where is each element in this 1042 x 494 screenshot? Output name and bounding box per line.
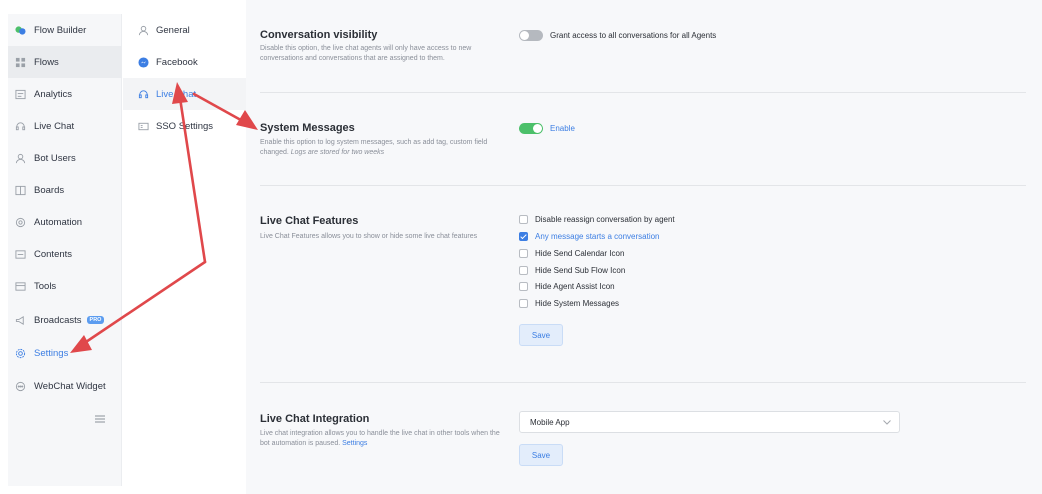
sidebar-item-label: Bot Users <box>34 152 76 164</box>
sidebar-item-label: Flows <box>34 56 59 68</box>
sidebar-item-bot-users[interactable]: Bot Users <box>8 142 122 174</box>
section-title-system-messages: System Messages <box>260 122 355 134</box>
boards-icon <box>14 184 26 196</box>
section-divider <box>260 382 1026 383</box>
toggle-knob <box>533 124 542 133</box>
section-desc-live-chat-integration: Live chat integration allows you to hand… <box>260 429 505 449</box>
section-desc-system-messages: Enable this option to log system message… <box>260 138 505 158</box>
pro-badge: PRO <box>86 316 105 324</box>
section-title-live-chat-features: Live Chat Features <box>260 215 359 227</box>
checkbox-label: Hide Send Calendar Icon <box>535 249 625 258</box>
checkbox[interactable] <box>519 249 528 258</box>
sidebar: Flow Builder Flows Analytics Live Chat B… <box>8 14 122 486</box>
integration-save-button[interactable]: Save <box>519 444 563 466</box>
feature-option-disable-reassign[interactable]: Disable reassign conversation by agent <box>519 215 675 224</box>
sidebar-item-flows[interactable]: Flows <box>8 46 122 78</box>
integration-settings-link[interactable]: Settings <box>342 440 367 447</box>
contents-icon <box>14 248 26 260</box>
settings-submenu: General Facebook Live Chat SSO Settings <box>123 14 246 486</box>
feature-option-hide-system-messages[interactable]: Hide System Messages <box>519 299 619 308</box>
checkbox-label: Hide System Messages <box>535 299 620 308</box>
sidebar-item-label: Settings <box>34 347 69 359</box>
sidebar-item-label: Tools <box>34 280 57 292</box>
automation-icon <box>14 216 26 228</box>
checkbox-label: Hide Send Sub Flow Icon <box>535 266 626 275</box>
submenu-item-facebook[interactable]: Facebook <box>123 46 246 78</box>
integration-desc-text: Live chat integration allows you to hand… <box>260 430 500 447</box>
sidebar-item-label: Boards <box>34 184 65 196</box>
integration-select-value: Mobile App <box>530 417 570 427</box>
checkbox-label: Disable reassign conversation by agent <box>535 215 675 224</box>
section-desc-conversation-visibility: Disable this option, the live chat agent… <box>260 45 472 62</box>
section-desc-live-chat-features: Live Chat Features allows you to show or… <box>260 233 478 240</box>
checkbox[interactable] <box>519 215 528 224</box>
feature-option-any-message[interactable]: Any message starts a conversation <box>519 232 660 241</box>
id-card-icon <box>137 120 149 132</box>
checkbox[interactable] <box>519 266 528 275</box>
system-messages-toggle-label: Enable <box>550 124 575 133</box>
section-title-conversation-visibility: Conversation visibility <box>260 29 378 41</box>
headset-icon <box>14 120 26 132</box>
sidebar-item-label: Analytics <box>34 88 73 100</box>
checkbox[interactable] <box>519 232 528 241</box>
hamburger-icon[interactable] <box>95 414 105 426</box>
chat-bubble-icon <box>14 380 26 392</box>
integration-select[interactable]: Mobile App <box>519 411 900 433</box>
headset-icon <box>137 88 149 100</box>
submenu-item-sso-settings[interactable]: SSO Settings <box>123 110 246 142</box>
analytics-icon <box>14 88 26 100</box>
chevron-down-icon <box>883 418 891 427</box>
system-messages-desc-note: Logs are stored for two weeks <box>290 149 385 156</box>
sidebar-item-analytics[interactable]: Analytics <box>8 78 122 110</box>
tools-icon <box>14 280 26 292</box>
sidebar-item-boards[interactable]: Boards <box>8 174 122 206</box>
features-save-button[interactable]: Save <box>519 324 563 346</box>
user-icon <box>14 152 26 164</box>
system-messages-toggle[interactable] <box>519 123 543 134</box>
sidebar-item-label: Broadcasts <box>34 314 82 326</box>
submenu-item-label: Facebook <box>156 56 198 68</box>
checkbox[interactable] <box>519 299 528 308</box>
sidebar-item-label: WebChat Widget <box>34 380 106 392</box>
settings-content: Conversation visibility Disable this opt… <box>246 0 1042 494</box>
sidebar-item-label: Flow Builder <box>34 24 87 36</box>
flow-builder-icon <box>14 24 26 36</box>
sidebar-item-live-chat[interactable]: Live Chat <box>8 110 122 142</box>
sidebar-item-flow-builder[interactable]: Flow Builder <box>8 14 122 46</box>
sidebar-item-automation[interactable]: Automation <box>8 206 122 238</box>
flows-icon <box>14 56 26 68</box>
submenu-item-live-chat[interactable]: Live Chat <box>123 78 246 110</box>
sidebar-item-broadcasts[interactable]: Broadcasts PRO <box>8 304 122 336</box>
feature-option-hide-calendar[interactable]: Hide Send Calendar Icon <box>519 249 624 258</box>
section-title-live-chat-integration: Live Chat Integration <box>260 413 370 425</box>
feature-option-hide-subflow[interactable]: Hide Send Sub Flow Icon <box>519 266 625 275</box>
submenu-item-general[interactable]: General <box>123 14 246 46</box>
section-divider <box>260 92 1026 93</box>
sidebar-item-contents[interactable]: Contents <box>8 238 122 270</box>
megaphone-icon <box>14 314 26 326</box>
checkbox-label: Hide Agent Assist Icon <box>535 282 615 291</box>
submenu-item-label: General <box>156 24 190 36</box>
sidebar-item-label: Contents <box>34 248 73 260</box>
app-window: Flow Builder Flows Analytics Live Chat B… <box>0 0 1042 494</box>
sidebar-item-webchat-widget[interactable]: WebChat Widget <box>8 370 122 402</box>
sidebar-item-label: Live Chat <box>34 120 75 132</box>
sidebar-item-tools[interactable]: Tools <box>8 270 122 302</box>
gear-icon <box>14 347 26 359</box>
submenu-item-label: SSO Settings <box>156 120 214 132</box>
messenger-icon <box>137 56 149 68</box>
grant-access-toggle[interactable] <box>519 30 543 41</box>
toggle-knob <box>520 31 529 40</box>
grant-access-toggle-label: Grant access to all conversations for al… <box>550 31 717 40</box>
checkbox[interactable] <box>519 282 528 291</box>
feature-option-hide-agent-assist[interactable]: Hide Agent Assist Icon <box>519 282 615 291</box>
submenu-item-label: Live Chat <box>156 88 197 100</box>
section-divider <box>260 185 1026 186</box>
user-icon <box>137 24 149 36</box>
sidebar-item-label: Automation <box>34 216 83 228</box>
checkbox-label: Any message starts a conversation <box>535 232 660 241</box>
sidebar-item-settings[interactable]: Settings <box>8 337 122 369</box>
